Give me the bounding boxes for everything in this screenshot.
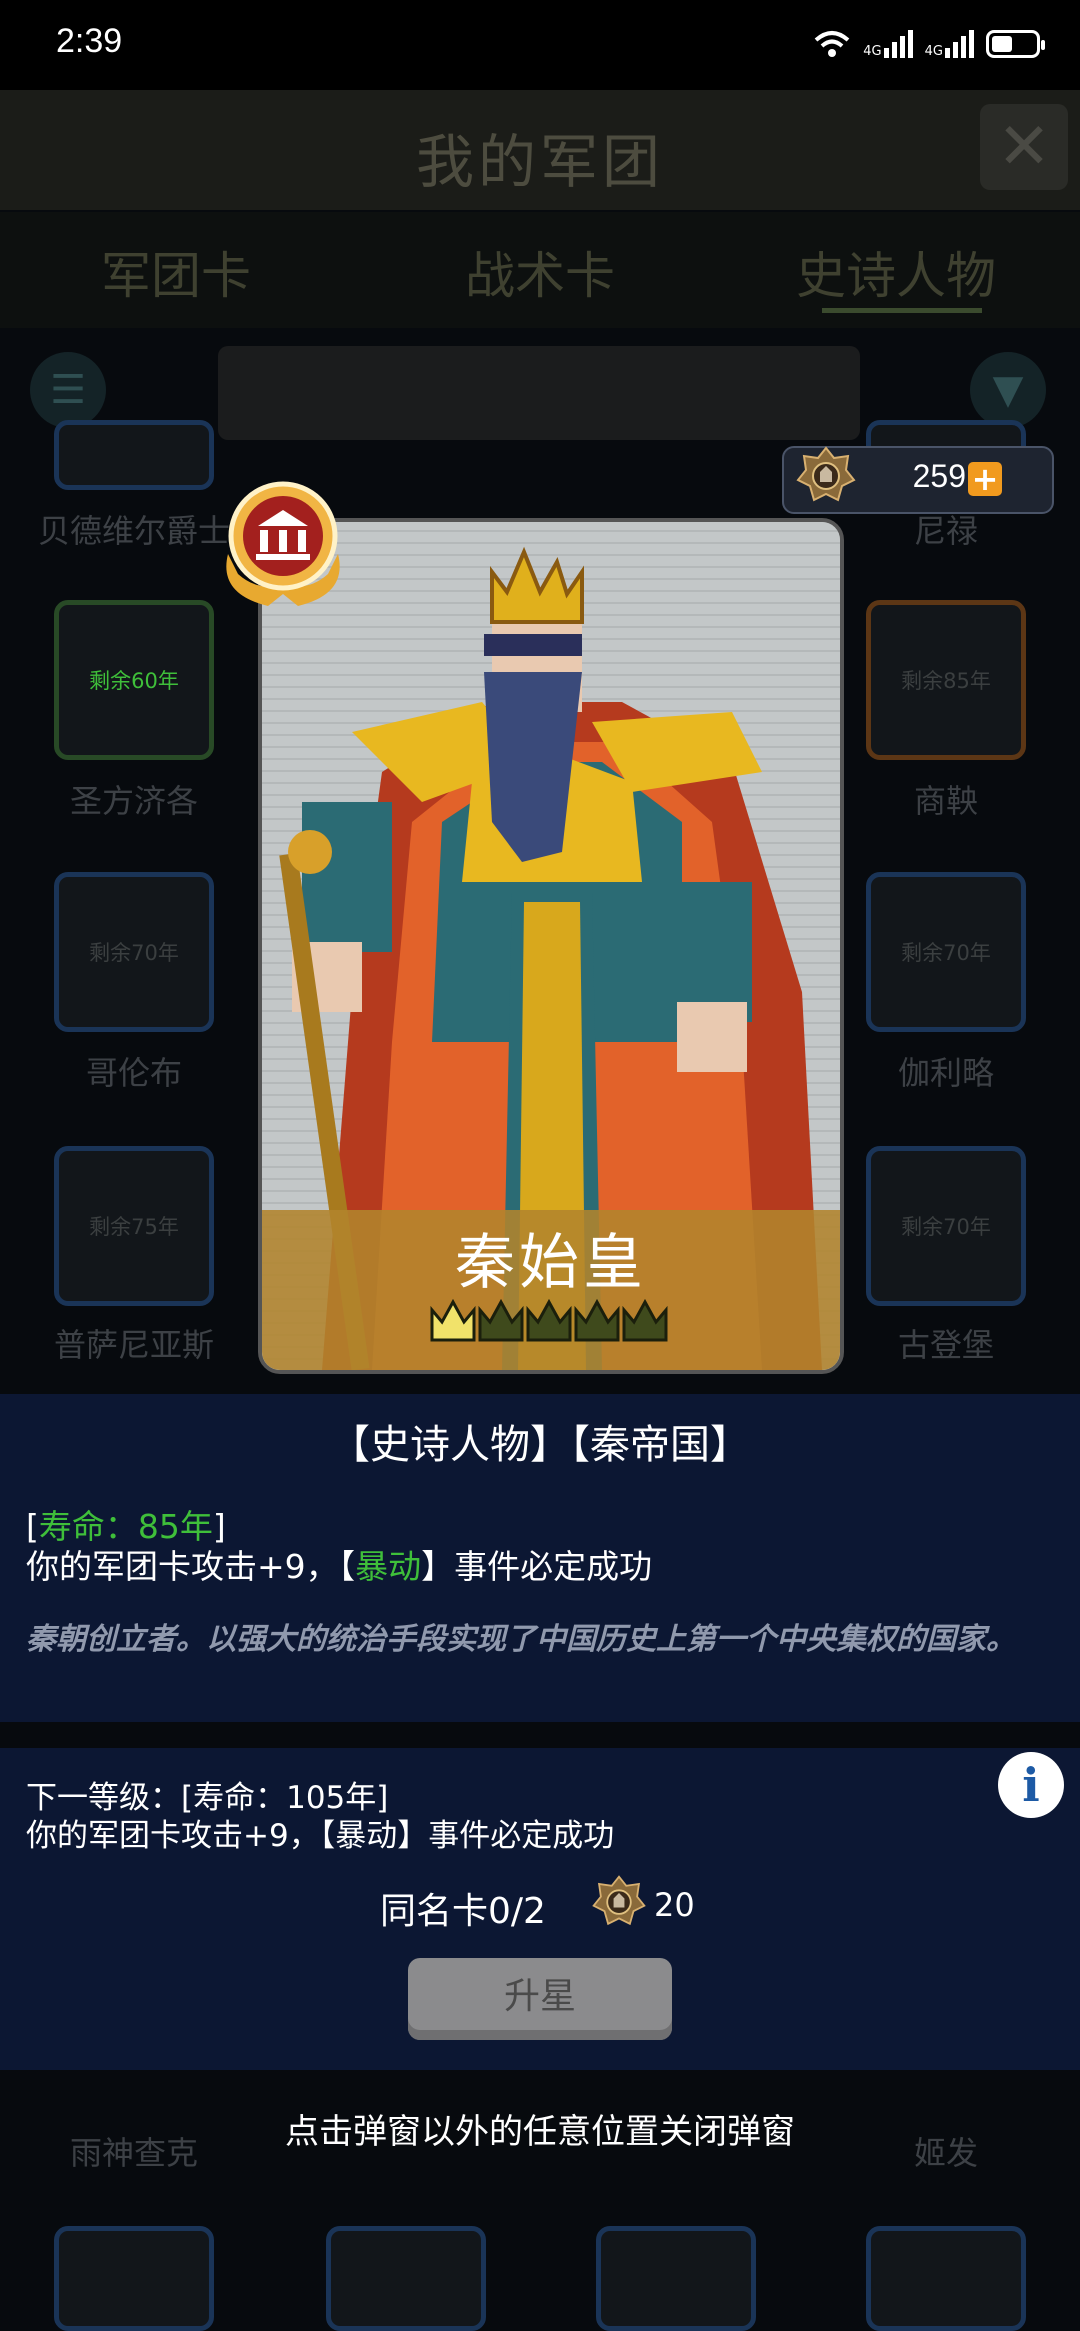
signal-type: 4G [924,44,943,59]
list-item-label: 普萨尼亚斯 [53,1326,214,1364]
effect-line: 你的军团卡攻击+9，【暴动】事件必定成功 [26,1540,652,1588]
list-menu-button[interactable]: ☰ [30,352,106,428]
effect-prefix: 你的军团卡攻击+9，【 [26,1547,356,1586]
list-item[interactable] [326,2226,486,2331]
medal-coin-icon [592,1875,646,1926]
list-item[interactable] [866,2226,1026,2331]
hero-description: 秦朝创立者。以强大的统治手段实现了中国历史上第一个中央集权的国家。 [26,1622,1016,1657]
tab-tactic-cards[interactable]: 战术卡 [390,236,690,308]
hero-name: 秦始皇 [455,1228,647,1298]
effect-keyword: 暴动 [355,1547,422,1586]
search-input[interactable] [218,346,860,440]
list-item-label: 圣方济各 [69,782,198,820]
same-card-count: 同名卡0/2 [380,1891,546,1932]
list-item-label: 古登堡 [897,1326,994,1364]
effect-suffix: 】事件必定成功 [421,1547,653,1586]
status-time: 2:39 [56,22,123,60]
remaining-years: 剩余60年 [89,669,179,693]
close-hint: 点击弹窗以外的任意位置关闭弹窗 [285,2112,795,2152]
filter-button[interactable]: ▼ [970,352,1046,428]
crown-empty-icon [526,1298,572,1342]
medal-coin-icon [796,446,856,502]
crown-empty-icon [622,1298,668,1342]
filter-icon: ▼ [992,367,1024,413]
list-item[interactable]: 剩余85年 [866,600,1026,760]
list-item[interactable] [54,420,214,490]
list-item[interactable]: 剩余70年 [54,872,214,1032]
upgrade-cost: 20 [654,1886,695,1924]
remaining-years: 剩余75年 [89,1215,179,1239]
remaining-years: 剩余70年 [901,1215,991,1239]
close-button[interactable]: ✕ [980,104,1068,190]
remaining-years: 剩余70年 [89,941,179,965]
crown-empty-icon [478,1298,524,1342]
cell-signal-icon: 4G [863,30,913,59]
cell-signal-icon: 4G [925,30,974,58]
add-coins-button[interactable]: + [968,462,1002,496]
faction-emblem-icon [226,481,340,606]
list-item[interactable] [54,2226,214,2331]
coin-value: 259 [912,458,966,494]
remaining-years: 剩余70年 [901,941,991,965]
list-item-label: 伽利略 [897,1054,994,1092]
list-item[interactable]: 剩余75年 [54,1146,214,1306]
faction-line: 【史诗人物】【秦帝国】 [330,1422,750,1468]
list-item-label: 商鞅 [913,782,978,820]
wifi-icon [814,31,850,57]
list-item[interactable]: 剩余70年 [866,872,1026,1032]
star-rating [430,1298,668,1342]
status-icons: 4G 4G [813,24,1045,64]
battery-icon [986,30,1045,58]
active-tab-indicator [822,308,982,313]
list-item-label: 哥伦布 [85,1054,182,1092]
crown-filled-icon [430,1298,476,1342]
tab-epic-figures[interactable]: 史诗人物 [746,236,1046,308]
list-icon: ☰ [50,367,86,413]
signal-type: 4G [863,44,882,59]
upgrade-star-button[interactable]: 升星 [408,1958,672,2040]
list-item[interactable]: 剩余60年 [54,600,214,760]
close-icon: ✕ [997,110,1051,184]
info-button[interactable]: i [998,1752,1064,1818]
list-item[interactable]: 剩余70年 [866,1146,1026,1306]
next-level-effect: 你的军团卡攻击+9，【暴动】事件必定成功 [26,1818,615,1854]
crown-empty-icon [574,1298,620,1342]
tab-legion-cards[interactable]: 军团卡 [26,236,326,308]
page-title: 我的军团 [415,128,664,196]
remaining-years: 剩余85年 [901,669,991,693]
list-item[interactable] [596,2226,756,2331]
